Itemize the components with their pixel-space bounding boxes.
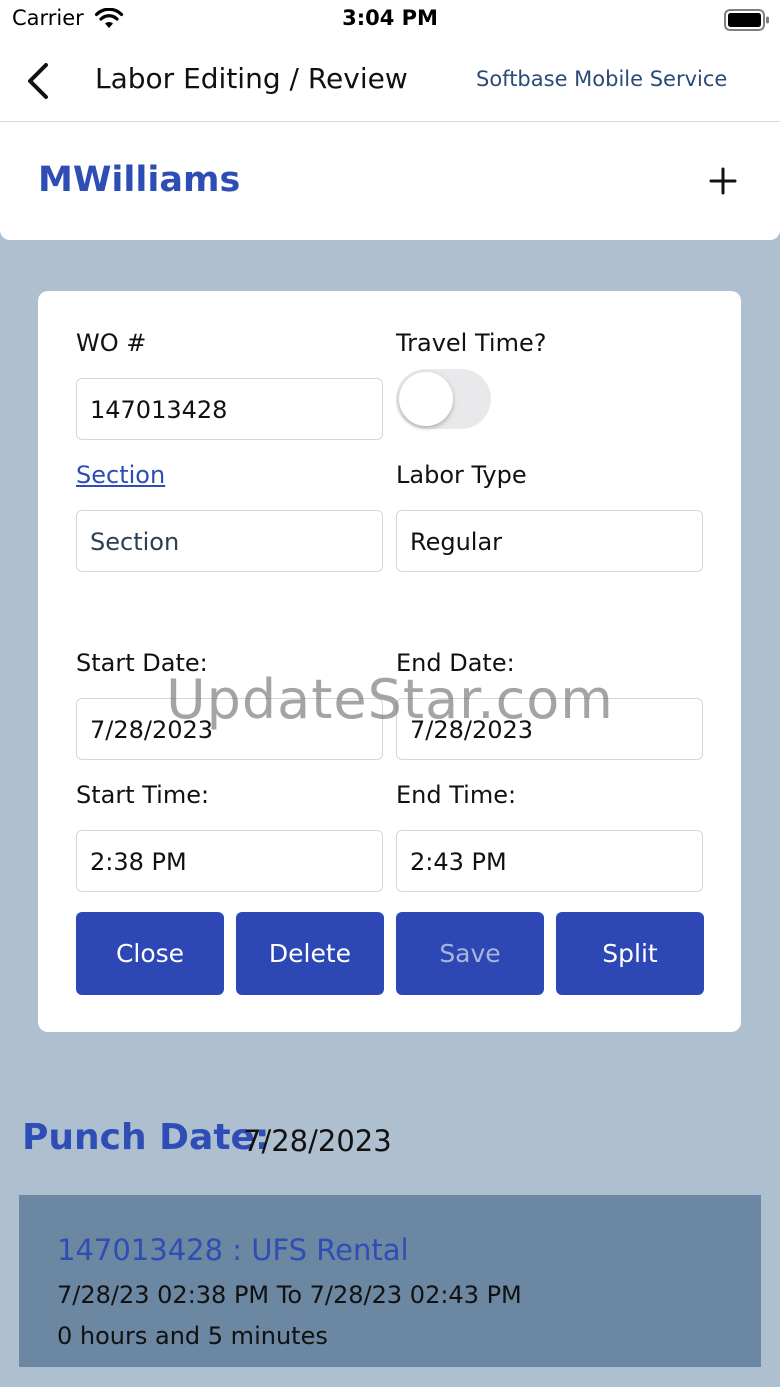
delete-button[interactable]: Delete [236,912,384,995]
status-time: 3:04 PM [342,6,438,30]
labor-entry-range: 7/28/23 02:38 PM To 7/28/23 02:43 PM [57,1281,522,1309]
end-time-field[interactable]: 2:43 PM [396,830,703,892]
end-time-label: End Time: [396,781,517,809]
wo-label: WO # [76,329,147,357]
section-field[interactable]: Section [76,510,383,572]
start-time-label: Start Time: [76,781,210,809]
page-title: Labor Editing / Review [95,62,408,95]
labor-type-label: Labor Type [396,461,527,489]
plus-icon[interactable] [706,164,740,198]
technician-name: MWilliams [38,160,241,200]
start-time-field[interactable]: 2:38 PM [76,830,383,892]
split-button[interactable]: Split [556,912,704,995]
save-button[interactable]: Save [396,912,544,995]
labor-type-field[interactable]: Regular [396,510,703,572]
close-button[interactable]: Close [76,912,224,995]
app-name: Softbase Mobile Service [476,67,728,91]
punch-date-label: Punch Date: [22,1117,270,1158]
battery-icon [724,9,769,31]
chevron-left-icon[interactable] [20,57,60,105]
section-link[interactable]: Section [76,461,165,489]
punch-date-value: 7/28/2023 [243,1124,392,1158]
wo-number-field[interactable]: 147013428 [76,378,383,440]
watermark: UpdateStar.com [166,668,614,731]
labor-entry-duration: 0 hours and 5 minutes [57,1322,328,1350]
travel-time-label: Travel Time? [396,329,547,357]
toggle-knob [399,372,453,426]
labor-entry-title: 147013428 : UFS Rental [57,1233,409,1267]
